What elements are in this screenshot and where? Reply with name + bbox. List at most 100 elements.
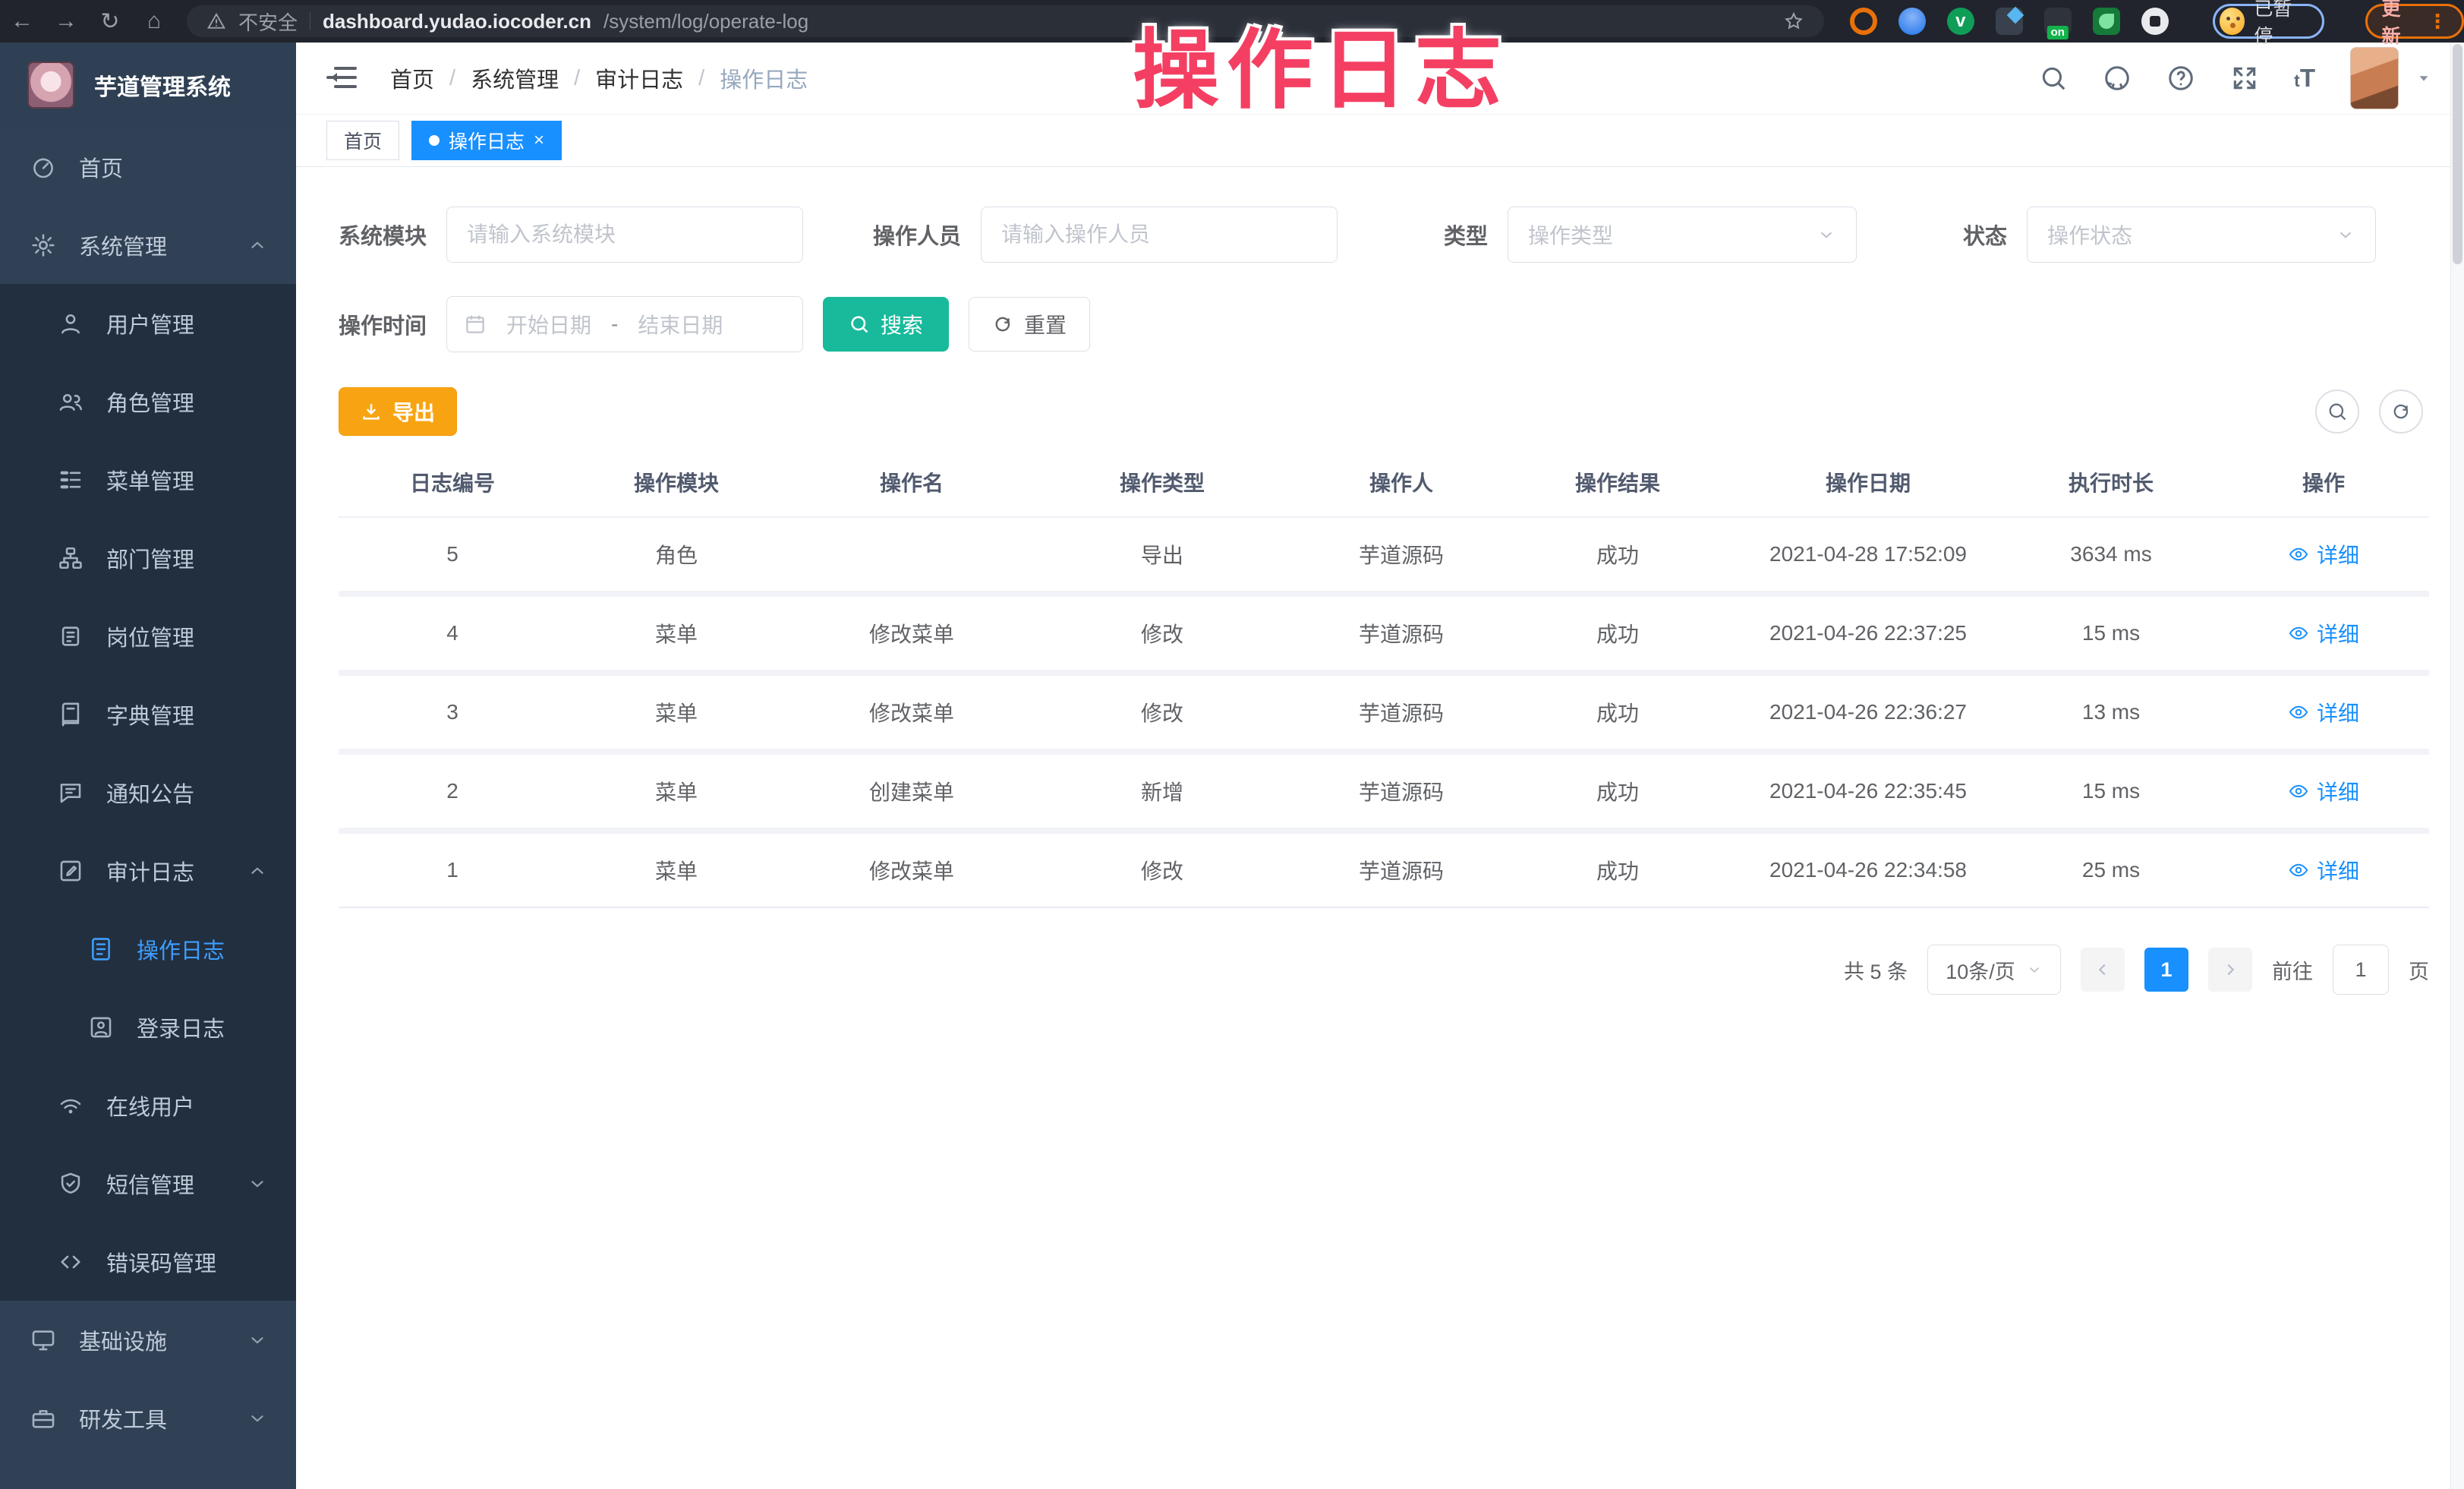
paused-label: 已暂停	[2254, 0, 2307, 49]
reset-button[interactable]: 重置	[969, 297, 1090, 352]
forward-icon[interactable]: →	[44, 8, 88, 34]
tag-operate-log[interactable]: 操作日志 ×	[411, 121, 562, 160]
page-number-1[interactable]: 1	[2144, 948, 2188, 992]
cell-result: 成功	[1515, 776, 1720, 806]
tag-home[interactable]: 首页	[326, 121, 399, 160]
peoples-icon	[58, 389, 83, 415]
sidebar-item-dict-management[interactable]: 字典管理	[0, 675, 296, 753]
sidebar-item-menu-management[interactable]: 菜单管理	[0, 440, 296, 519]
profile-paused-pill[interactable]: 已暂停	[2213, 4, 2325, 39]
refresh-table-button[interactable]	[2379, 390, 2423, 434]
search-button[interactable]: 搜索	[823, 297, 949, 352]
help-icon[interactable]	[2166, 64, 2195, 93]
address-bar[interactable]: 不安全 dashboard.yudao.iocoder.cn /system/l…	[187, 5, 1824, 37]
extension-icon[interactable]	[1996, 8, 2023, 35]
page-label: 页	[2409, 955, 2429, 985]
page-size-select[interactable]: 10条/页	[1927, 945, 2061, 995]
sidebar-item-role-management[interactable]: 角色管理	[0, 362, 296, 440]
chevron-up-icon	[247, 861, 267, 881]
extension-icon[interactable]	[1898, 8, 1926, 35]
gear-icon	[30, 232, 56, 258]
cell-module: 角色	[566, 539, 786, 569]
date-range-picker[interactable]: 开始日期 - 结束日期	[446, 296, 803, 352]
sidebar-item-login-log[interactable]: 登录日志	[0, 988, 296, 1066]
scrollbar-thumb[interactable]	[2453, 44, 2462, 264]
tag-close-icon[interactable]: ×	[534, 130, 544, 151]
prev-page-button[interactable]	[2081, 948, 2125, 992]
sidebar-item-home[interactable]: 首页	[0, 128, 296, 206]
search-icon[interactable]	[2039, 64, 2068, 93]
update-button[interactable]: 更新 ⋮	[2365, 4, 2464, 39]
sidebar-item-dept-management[interactable]: 部门管理	[0, 519, 296, 597]
extension-icon[interactable]	[1850, 8, 1877, 35]
home-icon[interactable]: ⌂	[132, 8, 176, 34]
sidebar-item-user-management[interactable]: 用户管理	[0, 284, 296, 362]
detail-link[interactable]: 详细	[2288, 618, 2359, 648]
extensions-puzzle-icon[interactable]	[2141, 8, 2169, 35]
detail-link[interactable]: 详细	[2288, 539, 2359, 569]
login-icon	[88, 1014, 114, 1040]
font-size-icon[interactable]: ttTT	[2294, 64, 2315, 93]
toggle-search-button[interactable]	[2315, 390, 2359, 434]
cell-duration: 3634 ms	[2016, 542, 2206, 566]
module-input[interactable]	[446, 207, 803, 263]
active-dot	[429, 135, 440, 146]
detail-link[interactable]: 详细	[2288, 855, 2359, 885]
sidebar-logo[interactable]: 芋道管理系统	[0, 43, 296, 128]
select-placeholder: 操作类型	[1528, 219, 1613, 250]
reload-icon[interactable]: ↻	[88, 8, 132, 35]
sidebar-item-operate-log[interactable]: 操作日志	[0, 910, 296, 988]
operate-log-table: 日志编号操作模块操作名操作类型操作人操作结果操作日期执行时长操作 5角色导出芋道…	[339, 448, 2429, 908]
type-select[interactable]: 操作类型	[1508, 207, 1857, 263]
page-scrollbar[interactable]	[2450, 43, 2464, 1489]
extension-icon[interactable]	[2093, 8, 2120, 35]
export-button[interactable]: 导出	[339, 387, 457, 436]
cell-operator: 芋道源码	[1287, 618, 1515, 648]
button-label: 搜索	[881, 309, 923, 339]
back-icon[interactable]: ←	[0, 8, 44, 34]
fullscreen-icon[interactable]	[2230, 64, 2259, 93]
extension-icon[interactable]: v	[1947, 8, 1974, 35]
user-icon	[58, 311, 83, 336]
breadcrumb-item[interactable]: 首页	[390, 62, 434, 94]
url-host: dashboard.yudao.iocoder.cn	[323, 10, 591, 33]
sidebar-item-online-users[interactable]: 在线用户	[0, 1066, 296, 1144]
cell-result: 成功	[1515, 539, 1720, 569]
sidebar-item-system-management[interactable]: 系统管理	[0, 206, 296, 284]
sidebar-item-sms-management[interactable]: 短信管理	[0, 1144, 296, 1222]
sidebar-item-dev-tools[interactable]: 研发工具	[0, 1379, 296, 1457]
column-header: 操作模块	[566, 467, 786, 497]
next-page-button[interactable]	[2208, 948, 2252, 992]
sidebar-item-infrastructure[interactable]: 基础设施	[0, 1301, 296, 1379]
goto-page-input[interactable]	[2333, 945, 2389, 995]
browser-menu-icon[interactable]: ⋮	[2428, 10, 2448, 33]
infra-icon	[30, 1327, 56, 1353]
detail-link[interactable]: 详细	[2288, 697, 2359, 727]
sidebar-item-notice-announcement[interactable]: 通知公告	[0, 753, 296, 831]
avatar-caret-icon[interactable]	[2415, 70, 2432, 87]
sidebar-item-audit-log[interactable]: 审计日志	[0, 831, 296, 910]
module-label: 系统模块	[339, 219, 427, 251]
sidebar-item-error-code-management[interactable]: 错误码管理	[0, 1222, 296, 1301]
menu-icon	[58, 467, 83, 493]
cell-operator: 芋道源码	[1287, 776, 1515, 806]
breadcrumb-item[interactable]: 审计日志	[595, 62, 683, 94]
sidebar: 芋道管理系统 首页系统管理用户管理角色管理菜单管理部门管理岗位管理字典管理通知公…	[0, 43, 296, 1489]
extension-icon[interactable]: on	[2044, 8, 2072, 35]
notice-icon	[58, 780, 83, 806]
operator-input[interactable]	[981, 207, 1338, 263]
goto-label: 前往	[2272, 955, 2313, 985]
user-avatar[interactable]	[2350, 47, 2399, 109]
bookmark-star-icon[interactable]	[1783, 11, 1804, 32]
github-icon[interactable]	[2103, 64, 2132, 93]
eye-icon	[2288, 781, 2309, 802]
sidebar-item-post-management[interactable]: 岗位管理	[0, 597, 296, 675]
breadcrumb-item[interactable]: 系统管理	[471, 62, 559, 94]
row-separator	[339, 670, 2429, 676]
button-label: 重置	[1024, 309, 1067, 339]
hamburger-icon[interactable]	[326, 65, 357, 91]
cell-date: 2021-04-26 22:36:27	[1720, 700, 2016, 724]
detail-link[interactable]: 详细	[2288, 776, 2359, 806]
sidebar-item-label: 在线用户	[106, 1090, 194, 1121]
status-select[interactable]: 操作状态	[2027, 207, 2376, 263]
